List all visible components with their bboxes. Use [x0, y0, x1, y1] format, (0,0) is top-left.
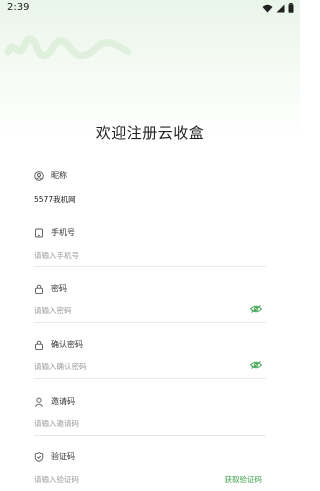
- decorative-wave: [4, 34, 132, 60]
- status-time: 2:39: [7, 2, 30, 13]
- nickname-label: 昵称: [51, 171, 67, 180]
- verify-code-input[interactable]: 请输入验证码: [34, 474, 79, 485]
- get-code-button[interactable]: 获取验证码: [225, 474, 263, 485]
- wifi-icon: [262, 4, 273, 12]
- lock-icon: [35, 284, 43, 294]
- divider: [34, 266, 266, 267]
- eye-icon[interactable]: [250, 305, 262, 313]
- phone-label: 手机号: [51, 228, 75, 237]
- invite-code-label: 邀请码: [51, 397, 75, 406]
- nickname-input[interactable]: 5577我机网: [34, 194, 76, 205]
- status-bar: 2:39: [0, 0, 300, 18]
- invite-code-input[interactable]: 请输入邀请码: [34, 418, 79, 429]
- page-title: 欢迎注册云收盒: [95, 124, 205, 142]
- divider: [34, 378, 266, 379]
- battery-icon: [288, 3, 294, 13]
- confirm-password-label: 确认密码: [51, 340, 83, 349]
- password-label: 密码: [51, 284, 67, 293]
- person-icon: [34, 397, 44, 407]
- signal-icon: [276, 4, 285, 12]
- phone-icon: [35, 228, 43, 237]
- phone-input[interactable]: 请输入手机号: [34, 250, 79, 261]
- confirm-password-input[interactable]: 请输入确认密码: [34, 361, 87, 372]
- lock-icon: [35, 340, 43, 350]
- divider: [34, 435, 266, 436]
- divider: [34, 322, 266, 323]
- header-background: [0, 0, 300, 140]
- user-circle-icon: [34, 170, 44, 181]
- verify-code-label: 验证码: [51, 452, 75, 461]
- shield-icon: [34, 451, 44, 462]
- eye-icon[interactable]: [250, 361, 262, 369]
- password-input[interactable]: 请输入密码: [34, 305, 72, 316]
